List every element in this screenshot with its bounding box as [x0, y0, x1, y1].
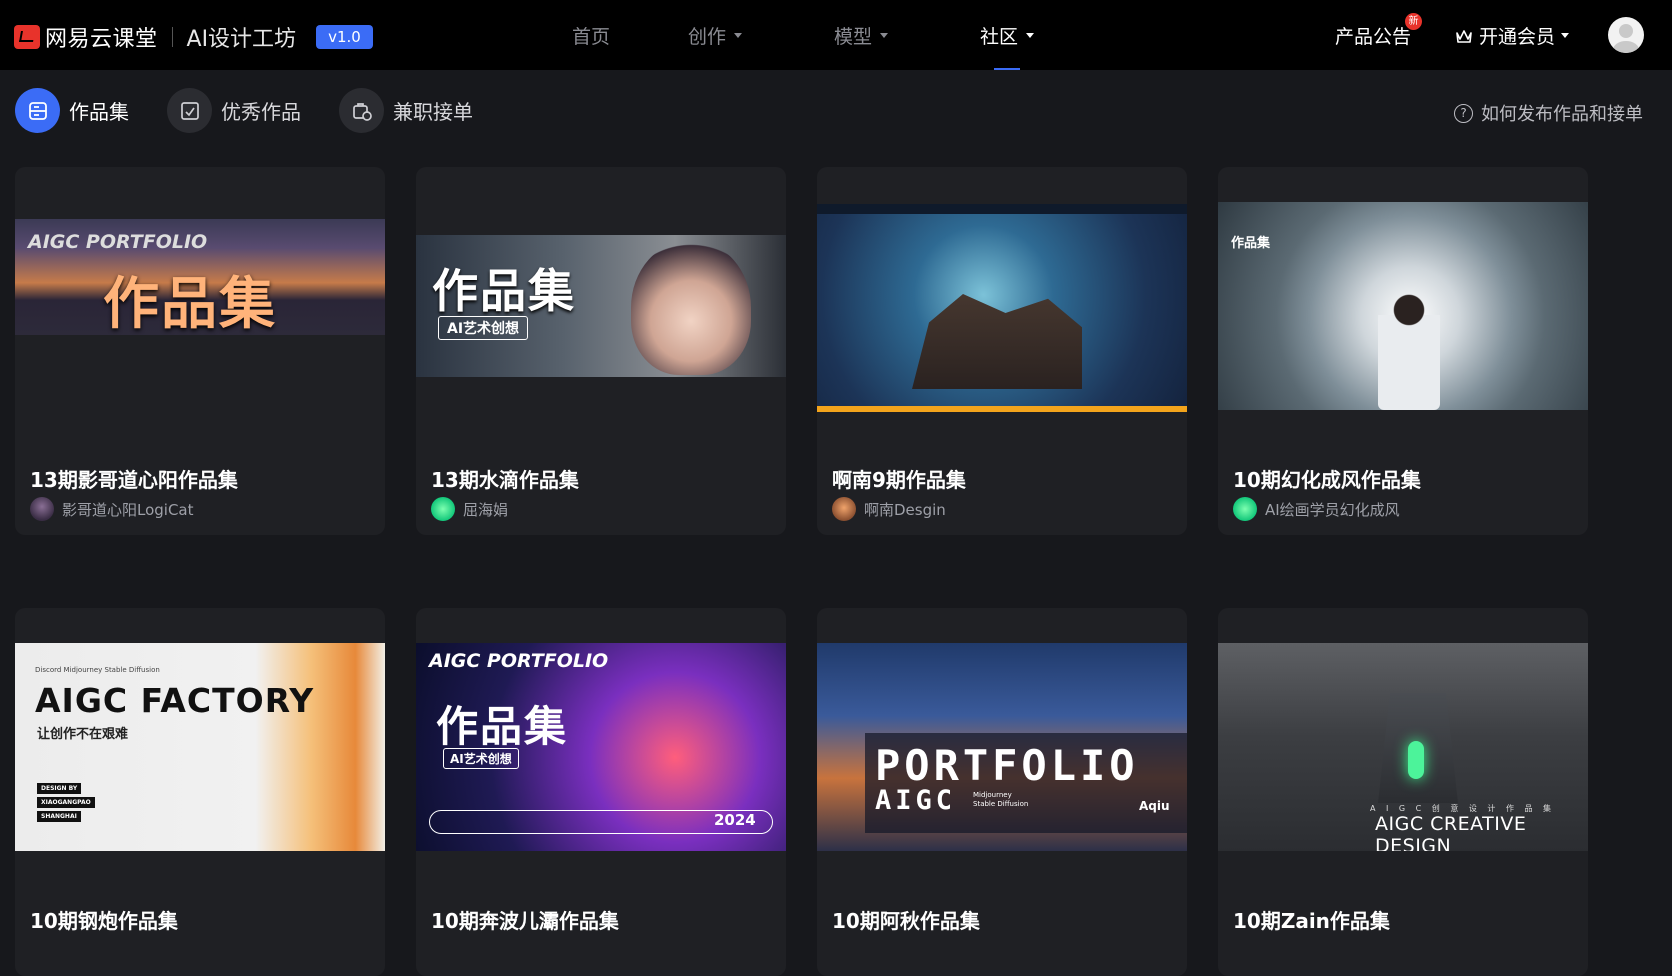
thumbnail-big-text: 作品集	[103, 272, 277, 335]
author-name: 影哥道心阳LogiCat	[62, 500, 194, 519]
chevron-down-icon	[1561, 33, 1570, 38]
question-icon: ?	[1454, 103, 1473, 123]
card-title: 10期幻化成风作品集	[1233, 468, 1421, 492]
thumbnail-tag: XIAOGANGPAO	[37, 797, 95, 808]
portfolio-thumbnail: 作品集	[1218, 202, 1588, 410]
tab-excellent-works[interactable]: 优秀作品	[167, 88, 301, 133]
thumbnail-subtitle: AIGC	[875, 785, 957, 816]
crown-icon	[1456, 29, 1472, 43]
product-notice-link[interactable]: 产品公告 新	[1335, 13, 1422, 49]
thumbnail-subtitle: AI艺术创想	[443, 748, 519, 769]
thumbnail-tag: DESIGN BY	[37, 783, 82, 794]
thumbnail-author-name: Aqiu	[1139, 799, 1170, 813]
nav-item-community[interactable]: 社区	[934, 0, 1080, 70]
thumbnail-heading: AIGC PORTFOLIO	[429, 650, 609, 672]
card-author[interactable]: 影哥道心阳LogiCat	[30, 497, 194, 521]
tab-part-time-jobs[interactable]: 兼职接单	[339, 88, 473, 133]
portfolio-card[interactable]: 啊南9期作品集 啊南Desgin	[817, 167, 1187, 535]
card-title: 10期Zain作品集	[1233, 909, 1390, 933]
card-title: 13期影哥道心阳作品集	[30, 468, 238, 492]
thumbnail-tools: Midjourney Stable Diffusion	[973, 791, 1029, 808]
thumbnail-tag: SHANGHAI	[37, 811, 81, 822]
tab-portfolio[interactable]: 作品集	[15, 88, 129, 133]
new-badge: 新	[1405, 13, 1422, 30]
brand[interactable]: 网易云课堂 AI设计工坊 v1.0	[14, 21, 373, 53]
product-notice-label: 产品公告	[1335, 26, 1412, 48]
brand-name: 网易云课堂	[45, 27, 158, 52]
card-author[interactable]: 屈海娟	[431, 497, 508, 521]
card-title: 啊南9期作品集	[832, 468, 966, 492]
portfolio-card[interactable]: 作品集 AI艺术创想 13期水滴作品集 屈海娟	[416, 167, 786, 535]
nav-item-create[interactable]: 创作	[642, 0, 788, 70]
portfolio-icon	[15, 88, 60, 133]
brand-subtitle: AI设计工坊	[186, 27, 297, 52]
portfolio-thumbnail: Discord Midjourney Stable Diffusion AIGC…	[15, 643, 385, 851]
portfolio-thumbnail	[817, 204, 1187, 412]
excellent-work-icon	[167, 88, 212, 133]
thumbnail-header-bar	[817, 204, 1187, 214]
help-text: 如何发布作品和接单	[1481, 104, 1643, 125]
portfolio-card[interactable]: 作品集 10期幻化成风作品集 AI绘画学员幻化成风	[1218, 167, 1588, 535]
author-name: AI绘画学员幻化成风	[1265, 500, 1400, 519]
user-avatar[interactable]	[1608, 17, 1644, 53]
portfolio-thumbnail: AIGC PORTFOLIO 作品集 AI艺术创想 2024	[416, 643, 786, 851]
glowing-portal	[1408, 741, 1424, 779]
author-avatar	[30, 497, 54, 521]
thumbnail-subtitle: 让创作不在艰难	[37, 727, 129, 742]
part-time-job-icon	[339, 88, 384, 133]
author-name: 屈海娟	[463, 500, 509, 519]
portfolio-card[interactable]: PORTFOLIO AIGC Midjourney Stable Diffusi…	[817, 608, 1187, 976]
author-avatar	[431, 497, 455, 521]
thumbnail-title: AIGC CREATIVE DESIGN	[1375, 813, 1527, 851]
author-name: 啊南Desgin	[864, 500, 946, 519]
tab-part-time-jobs-label: 兼职接单	[393, 100, 473, 124]
thumbnail-brand-list: Discord Midjourney Stable Diffusion	[35, 666, 160, 674]
portfolio-thumbnail: PORTFOLIO AIGC Midjourney Stable Diffusi…	[817, 643, 1187, 851]
chevron-down-icon	[880, 32, 888, 38]
netease-logo-icon	[14, 25, 40, 49]
nav-item-model[interactable]: 模型	[788, 0, 934, 70]
portfolio-thumbnail: A I G C 创 意 设 计 作 品 集 AIGC CREATIVE DESI…	[1218, 643, 1588, 851]
card-title: 10期钢炮作品集	[30, 909, 178, 933]
astronaut-illustration	[1378, 288, 1440, 410]
thumbnail-year: 2024	[714, 811, 756, 829]
card-title: 10期阿秋作品集	[832, 909, 980, 933]
thumbnail-heading: AIGC PORTFOLIO	[28, 231, 208, 253]
thumbnail-big-text: 作品集	[436, 702, 569, 751]
portfolio-card[interactable]: Discord Midjourney Stable Diffusion AIGC…	[15, 608, 385, 976]
temple-illustration	[912, 294, 1082, 389]
vip-membership-menu[interactable]: 开通会员	[1455, 22, 1570, 49]
character-illustration	[631, 240, 751, 375]
card-author[interactable]: 啊南Desgin	[832, 497, 946, 521]
thumbnail-big-text: PORTFOLIO	[875, 741, 1139, 790]
thumbnail-tags: DESIGN BY XIAOGANGPAO SHANGHAI	[37, 783, 95, 825]
thumbnail-subtitle: AI艺术创想	[438, 316, 529, 340]
author-avatar	[832, 497, 856, 521]
card-title: 10期奔波儿灞作品集	[431, 909, 619, 933]
portfolio-thumbnail: 作品集 AI艺术创想	[416, 235, 786, 377]
brand-divider	[171, 27, 173, 47]
tab-excellent-works-label: 优秀作品	[221, 100, 301, 124]
nav-item-home[interactable]: 首页	[572, 0, 642, 70]
top-navigation-bar: 网易云课堂 AI设计工坊 v1.0 首页 创作 模型 社区 产品公告 新 开通会…	[0, 0, 1672, 70]
card-author[interactable]: AI绘画学员幻化成风	[1233, 497, 1400, 521]
thumbnail-title: AIGC FACTORY	[35, 681, 315, 720]
help-link[interactable]: ? 如何发布作品和接单	[1454, 100, 1643, 126]
author-avatar	[1233, 497, 1257, 521]
portfolio-thumbnail: AIGC PORTFOLIO 作品集	[15, 219, 385, 335]
version-badge: v1.0	[316, 25, 373, 49]
chevron-down-icon	[1026, 32, 1034, 38]
vip-label: 开通会员	[1479, 26, 1556, 48]
main-nav: 首页 创作 模型 社区	[572, 0, 1080, 70]
portfolio-card[interactable]: A I G C 创 意 设 计 作 品 集 AIGC CREATIVE DESI…	[1218, 608, 1588, 976]
card-title: 13期水滴作品集	[431, 468, 579, 492]
portfolio-card[interactable]: AIGC PORTFOLIO 作品集 13期影哥道心阳作品集 影哥道心阳Logi…	[15, 167, 385, 535]
thumbnail-big-text: 作品集	[432, 264, 576, 318]
tab-portfolio-label: 作品集	[69, 100, 129, 124]
community-tabs: 作品集 优秀作品 兼职接单	[15, 88, 511, 133]
portfolio-card[interactable]: AIGC PORTFOLIO 作品集 AI艺术创想 2024 10期奔波儿灞作品…	[416, 608, 786, 976]
thumbnail-label: 作品集	[1231, 236, 1271, 251]
chevron-down-icon	[734, 32, 742, 38]
